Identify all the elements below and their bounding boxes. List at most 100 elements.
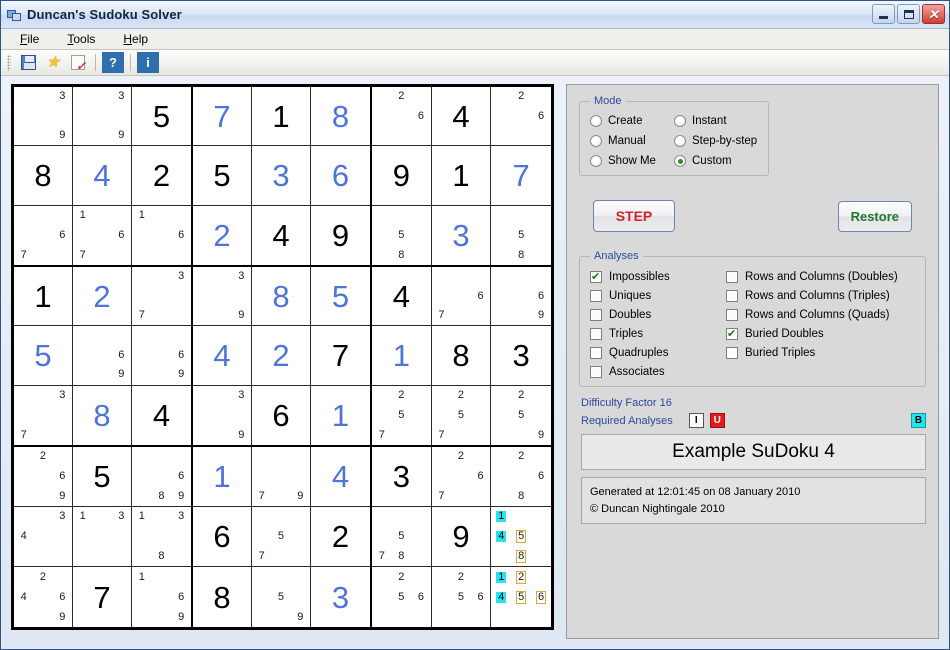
candidate-9[interactable]: 9	[232, 425, 251, 445]
candidate-7[interactable]	[491, 486, 511, 506]
candidate-7[interactable]: 7	[132, 306, 152, 325]
candidate-9[interactable]: 9	[291, 607, 310, 627]
candidate-5[interactable]	[511, 286, 531, 305]
sudoku-cell[interactable]: 256	[372, 567, 432, 627]
candidate-4[interactable]	[73, 527, 92, 547]
sudoku-cell[interactable]: 9	[311, 206, 370, 265]
candidate-3[interactable]	[411, 386, 431, 406]
candidate-3[interactable]	[471, 267, 491, 286]
candidate-3[interactable]	[411, 567, 431, 587]
candidate-2[interactable]: 2	[33, 567, 52, 587]
sudoku-cell[interactable]: 58	[491, 206, 551, 265]
sudoku-cell[interactable]: 4	[311, 447, 370, 507]
candidate-1[interactable]	[432, 447, 452, 467]
candidate-2[interactable]: 2	[511, 87, 531, 106]
checkbox-associates[interactable]: Associates	[590, 366, 718, 378]
candidate-3[interactable]: 3	[232, 267, 251, 286]
candidate-6[interactable]	[53, 106, 72, 125]
candidate-7[interactable]	[14, 126, 33, 145]
candidate-6[interactable]: 6	[531, 286, 551, 305]
candidate-8[interactable]	[392, 126, 412, 145]
candidate-4[interactable]	[132, 587, 152, 607]
candidate-7[interactable]	[491, 126, 511, 145]
candidate-7[interactable]: 7	[73, 245, 92, 265]
candidate-5[interactable]	[33, 405, 52, 425]
candidate-3[interactable]	[531, 507, 551, 527]
candidate-6[interactable]	[291, 527, 310, 547]
close-button[interactable]: ✕	[922, 4, 945, 24]
sudoku-cell[interactable]: 3	[491, 326, 551, 386]
sudoku-cell[interactable]: 26	[372, 87, 432, 147]
candidate-6[interactable]	[531, 527, 551, 547]
sudoku-cell[interactable]: 8	[193, 567, 252, 627]
candidate-8[interactable]: 8	[152, 546, 172, 566]
checkbox-buried-triples[interactable]: Buried Triples	[726, 347, 915, 359]
candidate-9[interactable]	[171, 245, 191, 265]
candidate-7[interactable]	[73, 126, 92, 145]
candidate-8[interactable]	[152, 365, 172, 384]
radio-instant[interactable]: Instant	[674, 115, 758, 127]
sudoku-cell[interactable]: 6	[252, 385, 311, 445]
candidate-6[interactable]	[471, 405, 491, 425]
candidate-2[interactable]	[212, 386, 231, 406]
candidate-5[interactable]: 5	[451, 405, 471, 425]
save-icon[interactable]	[17, 52, 39, 73]
candidate-3[interactable]	[411, 206, 431, 226]
candidate-2[interactable]	[271, 447, 290, 467]
candidate-5[interactable]: 5	[511, 405, 531, 425]
help-button[interactable]: ?	[102, 52, 124, 73]
candidate-4[interactable]	[372, 405, 392, 425]
candidate-5[interactable]: 5	[392, 587, 412, 607]
candidate-2[interactable]	[392, 507, 412, 527]
candidate-3[interactable]	[112, 206, 131, 226]
sudoku-cell[interactable]: 4	[73, 146, 132, 206]
candidate-9[interactable]	[112, 245, 131, 265]
sudoku-cell[interactable]: 1	[252, 87, 311, 147]
candidate-8[interactable]	[92, 365, 111, 384]
candidate-3[interactable]: 3	[53, 507, 72, 527]
candidate-9[interactable]: 9	[112, 126, 131, 145]
candidate-7[interactable]	[132, 546, 152, 566]
candidate-2[interactable]	[92, 206, 111, 226]
candidate-9[interactable]	[531, 486, 551, 506]
candidate-5[interactable]	[152, 587, 172, 607]
candidate-7[interactable]	[491, 245, 511, 265]
sudoku-cell[interactable]: 267	[431, 447, 492, 507]
candidate-8[interactable]	[511, 306, 531, 325]
restore-button[interactable]: Restore	[837, 200, 912, 232]
candidate-6[interactable]: 6	[53, 225, 72, 245]
candidate-8[interactable]	[392, 607, 412, 627]
candidate-1[interactable]: 1	[73, 206, 92, 226]
candidate-6[interactable]	[171, 286, 191, 305]
candidate-9[interactable]	[471, 425, 491, 445]
sudoku-cell[interactable]: 7	[193, 87, 252, 147]
candidate-4[interactable]	[14, 467, 33, 487]
candidate-5[interactable]	[511, 467, 531, 487]
candidate-3[interactable]	[291, 507, 310, 527]
candidate-8[interactable]	[511, 126, 531, 145]
candidate-9[interactable]	[411, 126, 431, 145]
candidate-3[interactable]: 3	[171, 507, 191, 527]
radio-step-by-step[interactable]: Step-by-step	[674, 135, 758, 147]
sudoku-cell[interactable]: 3	[311, 567, 370, 627]
candidate-7[interactable]	[491, 425, 511, 445]
candidate-7[interactable]: 7	[252, 486, 271, 506]
candidate-3[interactable]: 3	[112, 507, 131, 527]
candidate-9[interactable]	[411, 245, 431, 265]
candidate-7[interactable]: 7	[372, 425, 392, 445]
checkbox-rows-and-columns-quads[interactable]: Rows and Columns (Quads)	[726, 309, 915, 321]
candidate-9[interactable]: 9	[171, 365, 191, 384]
sudoku-cell[interactable]: 7	[73, 567, 132, 627]
candidate-2[interactable]	[92, 507, 111, 527]
candidate-9[interactable]	[471, 306, 491, 325]
candidate-9[interactable]	[411, 425, 431, 445]
candidate-2[interactable]	[33, 206, 52, 226]
sudoku-cell[interactable]: 79	[252, 447, 311, 507]
candidate-1[interactable]	[491, 87, 511, 106]
candidate-9[interactable]	[531, 245, 551, 265]
candidate-5[interactable]: 5	[511, 587, 531, 607]
sudoku-cell[interactable]: 57	[252, 507, 311, 567]
candidate-9[interactable]	[53, 546, 72, 566]
candidate-8[interactable]: 8	[392, 546, 412, 566]
candidate-1[interactable]	[372, 206, 392, 226]
